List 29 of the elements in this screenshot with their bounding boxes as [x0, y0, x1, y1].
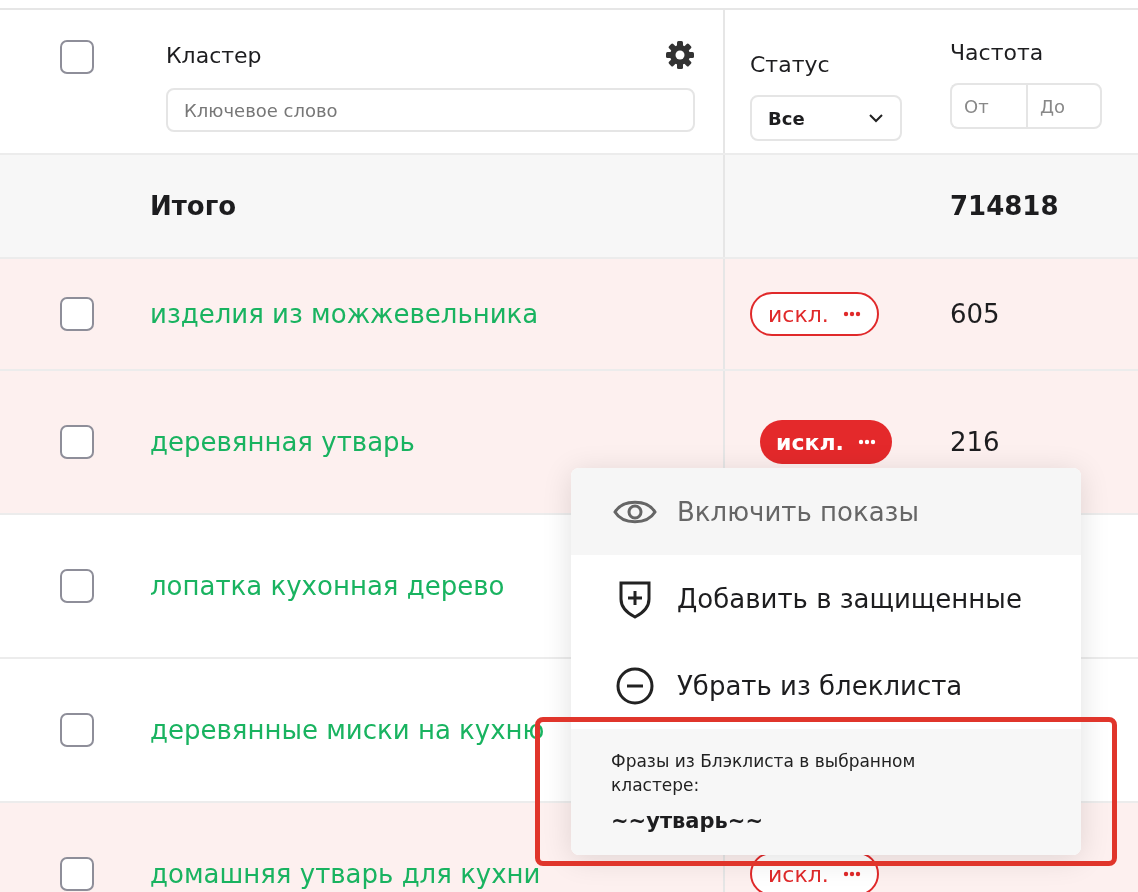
row-checkbox[interactable] [60, 297, 94, 331]
blacklist-phrase: ~~утварь~~ [611, 809, 764, 833]
cluster-link[interactable]: изделия из можжевельника [150, 299, 539, 329]
from-field[interactable]: От [950, 83, 1026, 129]
total-frequency: 714818 [950, 191, 1059, 221]
frequency-cell: 216 [950, 427, 1000, 457]
chevron-down-icon [868, 113, 884, 123]
row-checkbox[interactable] [60, 569, 94, 603]
status-badge[interactable]: искл. [750, 292, 879, 336]
menu-item[interactable]: Добавить в защищенные [571, 555, 1081, 642]
info-text: Фразы из Блэклиста в выбранном кластере: [611, 750, 917, 797]
keyword-field[interactable]: Ключевое слово [166, 88, 695, 132]
select-all-checkbox[interactable] [60, 40, 94, 74]
cluster-link[interactable]: лопатка кухонная дерево [150, 571, 505, 601]
settings-icon[interactable] [665, 40, 695, 70]
row-checkbox[interactable] [60, 857, 94, 891]
column-header: Кластер [166, 42, 262, 68]
frequency-cell: 605 [950, 299, 1000, 329]
column-header: Частота [950, 40, 1045, 65]
to-field[interactable]: До [1026, 83, 1102, 129]
cluster-link[interactable]: домашняя утварь для кухни [150, 859, 541, 889]
row-checkbox[interactable] [60, 425, 94, 459]
status-badge[interactable]: искл. [760, 420, 892, 464]
status-dropdown[interactable]: Все [750, 95, 902, 141]
row-checkbox[interactable] [60, 713, 94, 747]
menu-item[interactable]: Убрать из блеклиста [571, 642, 1081, 729]
column-header: Статус [750, 52, 831, 77]
total-label: Итого [150, 191, 237, 221]
cluster-link[interactable]: деревянная утварь [150, 427, 415, 457]
